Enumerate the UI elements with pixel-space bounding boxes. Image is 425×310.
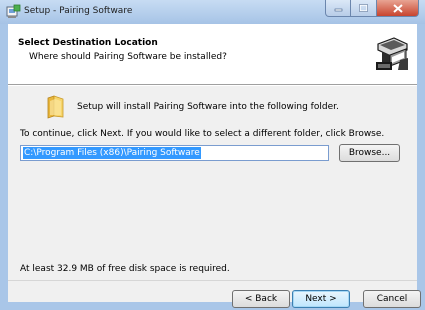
window-title: Setup - Pairing Software [24, 6, 133, 16]
next-button[interactable]: Next > [292, 290, 350, 308]
cancel-button[interactable]: Cancel [363, 290, 421, 308]
destination-path-value: C:\Program Files (x86)\Pairing Software [23, 147, 201, 159]
close-icon [392, 3, 403, 13]
destination-path-input[interactable]: C:\Program Files (x86)\Pairing Software [20, 145, 329, 161]
maximize-button[interactable] [351, 0, 377, 17]
computer-install-icon [374, 36, 410, 72]
button-bar-divider [8, 280, 417, 281]
back-button[interactable]: < Back [232, 290, 290, 308]
setup-app-icon [6, 4, 21, 18]
maximize-icon [359, 4, 368, 12]
page-subtitle: Where should Pairing Software be install… [29, 52, 227, 62]
dialog-client-area: Select Destination Location Where should… [8, 24, 421, 308]
close-button[interactable] [377, 0, 419, 17]
title-bar[interactable]: Setup - Pairing Software [0, 0, 425, 24]
wizard-header: Select Destination Location Where should… [8, 24, 417, 85]
browse-button[interactable]: Browse... [339, 144, 400, 162]
minimize-icon [334, 8, 342, 11]
minimize-button[interactable] [325, 0, 351, 17]
install-info-text: Setup will install Pairing Software into… [77, 102, 339, 112]
button-bar [8, 280, 417, 302]
window-controls [325, 0, 419, 17]
disk-space-text: At least 32.9 MB of free disk space is r… [20, 264, 230, 274]
page-title: Select Destination Location [18, 38, 158, 48]
header-divider [8, 85, 417, 86]
continue-instructions: To continue, click Next. If you would li… [20, 129, 385, 139]
folder-icon [47, 95, 64, 119]
setup-window: Setup - Pairing Software Select Destinat… [0, 0, 425, 310]
